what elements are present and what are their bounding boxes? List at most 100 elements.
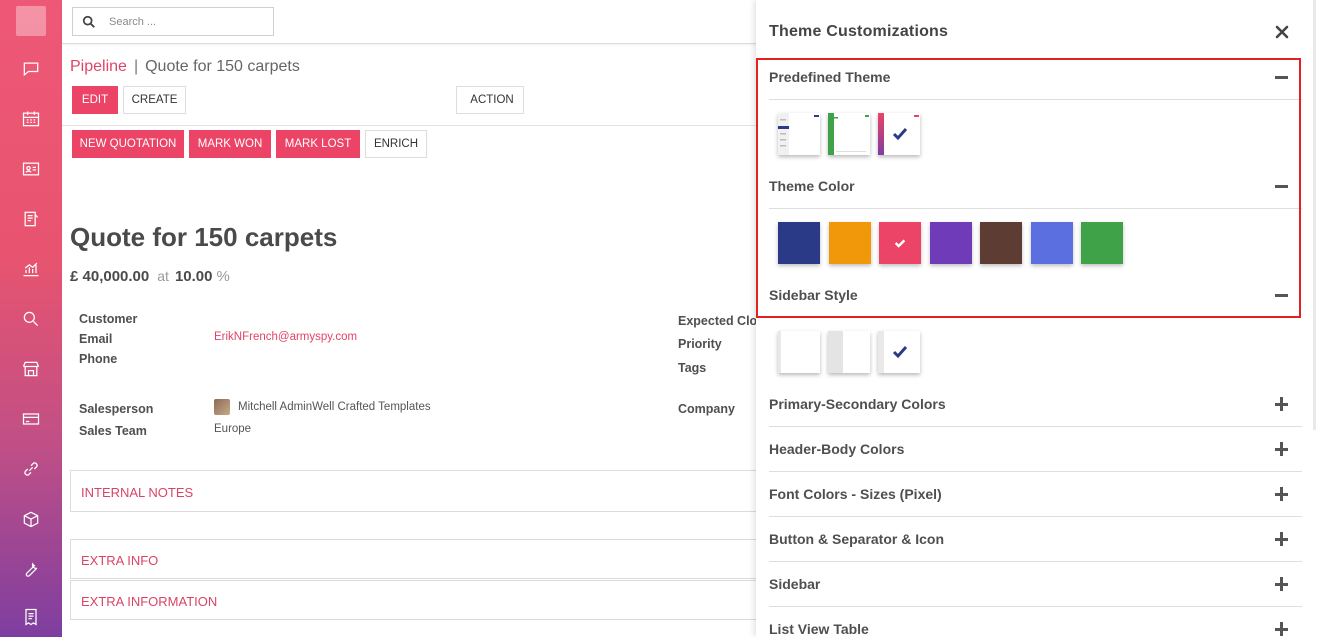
crm-icon[interactable] bbox=[19, 207, 43, 231]
salesperson-label: Salesperson bbox=[79, 402, 154, 416]
expand-plus-icon[interactable] bbox=[1275, 622, 1289, 636]
collapsed-section-header[interactable]: Button & Separator & Icon bbox=[769, 531, 944, 547]
theme-color-header[interactable]: Theme Color bbox=[769, 178, 855, 194]
action-button[interactable]: ACTION bbox=[456, 86, 524, 114]
theme-color-swatch[interactable] bbox=[828, 222, 871, 264]
mark-lost-button[interactable]: MARK LOST bbox=[276, 130, 360, 158]
record-title: Quote for 150 carpets bbox=[70, 222, 338, 252]
sales-team-value[interactable]: Europe bbox=[214, 423, 251, 435]
breadcrumb-current: Quote for 150 carpets bbox=[145, 58, 300, 75]
toolbar-divider bbox=[62, 125, 756, 126]
probability-value: 10.00 bbox=[174, 268, 213, 285]
internal-notes-label: INTERNAL NOTES bbox=[81, 485, 194, 500]
section-divider bbox=[769, 471, 1302, 472]
sidebar-style-1[interactable] bbox=[778, 331, 820, 373]
sidebar-style-3[interactable] bbox=[878, 331, 920, 373]
sidebar-style-collapse-icon[interactable] bbox=[1275, 288, 1289, 302]
payment-card-icon[interactable] bbox=[19, 407, 43, 431]
enrich-button[interactable]: ENRICH bbox=[365, 130, 427, 158]
email-value[interactable]: ErikNFrench@armyspy.com bbox=[214, 331, 357, 343]
salesperson-value[interactable]: Mitchell AdminWell Crafted Templates bbox=[238, 401, 431, 413]
discuss-icon[interactable] bbox=[19, 57, 43, 81]
panel-scrollbar[interactable] bbox=[1313, 0, 1316, 430]
store-icon[interactable] bbox=[19, 357, 43, 381]
tags-label: Tags bbox=[678, 361, 707, 375]
priority-label: Priority bbox=[678, 337, 722, 351]
extra-information-section[interactable]: EXTRA INFORMATION bbox=[70, 580, 770, 620]
check-icon bbox=[894, 239, 906, 248]
theme-color-swatch[interactable] bbox=[778, 222, 820, 264]
expand-plus-icon[interactable] bbox=[1275, 397, 1289, 411]
internal-notes-section[interactable]: INTERNAL NOTES bbox=[70, 470, 770, 512]
expand-plus-icon[interactable] bbox=[1275, 577, 1289, 591]
theme-color-swatch[interactable] bbox=[980, 222, 1022, 264]
predefined-theme-2[interactable] bbox=[828, 113, 870, 155]
collapsed-section-header[interactable]: Font Colors - Sizes (Pixel) bbox=[769, 486, 942, 502]
breadcrumb-pipeline-link[interactable]: Pipeline bbox=[70, 58, 127, 75]
sidebar-style-2[interactable] bbox=[828, 331, 870, 373]
magnifier-icon bbox=[82, 15, 95, 28]
collapsed-section-header[interactable]: Primary-Secondary Colors bbox=[769, 396, 946, 412]
close-icon[interactable] bbox=[1274, 24, 1290, 40]
salesperson-avatar bbox=[214, 399, 230, 415]
invoice-icon[interactable] bbox=[19, 605, 43, 629]
theme-color-swatch[interactable] bbox=[1081, 222, 1123, 264]
amount-value: £ 40,000.00 bbox=[70, 268, 150, 285]
predefined-theme-header[interactable]: Predefined Theme bbox=[769, 69, 890, 85]
link-icon[interactable] bbox=[19, 457, 43, 481]
contacts-icon[interactable] bbox=[19, 157, 43, 181]
inventory-box-icon[interactable] bbox=[19, 507, 43, 531]
collapsed-section-header[interactable]: Sidebar bbox=[769, 576, 820, 592]
section-divider bbox=[769, 606, 1302, 607]
mark-won-button[interactable]: MARK WON bbox=[189, 130, 271, 158]
extra-info-label: EXTRA INFO bbox=[81, 553, 159, 568]
amount-at: at bbox=[157, 268, 169, 284]
new-quotation-button[interactable]: NEW QUOTATION bbox=[72, 130, 184, 158]
extra-info-section[interactable]: EXTRA INFO bbox=[70, 539, 770, 579]
expand-plus-icon[interactable] bbox=[1275, 532, 1289, 546]
sidebar-style-preview-2 bbox=[828, 331, 870, 373]
percent-sign: % bbox=[216, 268, 230, 285]
collapsed-section-header[interactable]: List View Table bbox=[769, 621, 869, 637]
theme-preview-3 bbox=[878, 113, 920, 155]
theme-color-collapse-icon[interactable] bbox=[1275, 179, 1289, 193]
breadcrumb-separator: | bbox=[133, 58, 139, 75]
theme-preview-2 bbox=[828, 113, 870, 155]
calendar-icon[interactable] bbox=[19, 107, 43, 131]
settings-wrench-icon[interactable] bbox=[19, 557, 43, 581]
section-divider bbox=[769, 99, 1302, 100]
search-input[interactable] bbox=[109, 13, 259, 31]
sidebar-style-header[interactable]: Sidebar Style bbox=[769, 287, 858, 303]
sidebar-style-preview-1 bbox=[778, 331, 820, 373]
expand-plus-icon[interactable] bbox=[1275, 487, 1289, 501]
theme-customizations-panel: Theme Customizations Predefined Theme Th… bbox=[756, 0, 1318, 637]
sales-team-label: Sales Team bbox=[79, 424, 147, 438]
theme-preview-1 bbox=[778, 113, 820, 155]
expected-closing-label: Expected Clos bbox=[678, 314, 765, 328]
expand-plus-icon[interactable] bbox=[1275, 442, 1289, 456]
theme-color-swatch[interactable] bbox=[929, 222, 972, 264]
predefined-theme-1[interactable] bbox=[778, 113, 820, 155]
theme-color-swatch[interactable] bbox=[879, 222, 921, 264]
predefined-theme-3[interactable] bbox=[878, 113, 920, 155]
top-bar bbox=[62, 0, 756, 44]
edit-button[interactable]: EDIT bbox=[72, 86, 118, 114]
extra-information-label: EXTRA INFORMATION bbox=[81, 594, 218, 609]
user-avatar[interactable] bbox=[16, 6, 46, 36]
sidebar-style-preview-3 bbox=[878, 331, 920, 373]
predefined-theme-collapse-icon[interactable] bbox=[1275, 70, 1289, 84]
company-label: Company bbox=[678, 402, 735, 416]
theme-color-swatch[interactable] bbox=[1030, 222, 1073, 264]
search-icon[interactable] bbox=[19, 307, 43, 331]
collapsed-section-header[interactable]: Header-Body Colors bbox=[769, 441, 904, 457]
search-box[interactable] bbox=[72, 7, 274, 36]
create-button[interactable]: CREATE bbox=[123, 86, 186, 114]
app-sidebar bbox=[0, 0, 62, 637]
section-divider bbox=[769, 516, 1302, 517]
customer-label: Customer bbox=[79, 312, 138, 326]
section-divider bbox=[769, 426, 1302, 427]
phone-label: Phone bbox=[79, 352, 118, 366]
section-divider bbox=[769, 561, 1302, 562]
expected-revenue: £ 40,000.00 at 10.00% bbox=[70, 268, 230, 285]
sales-chart-icon[interactable] bbox=[19, 257, 43, 281]
